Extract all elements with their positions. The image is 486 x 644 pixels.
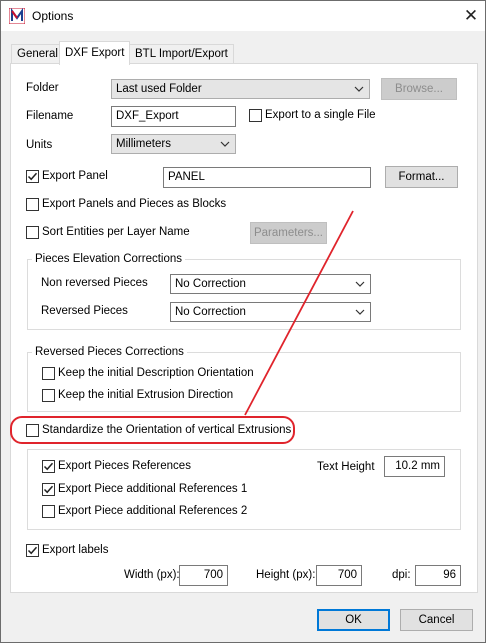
annotation-arrow-line [244, 210, 354, 416]
options-dialog: Options ✕ General DXF Export BTL Import/… [0, 0, 486, 643]
tab-dxf-export[interactable]: DXF Export [59, 41, 131, 65]
